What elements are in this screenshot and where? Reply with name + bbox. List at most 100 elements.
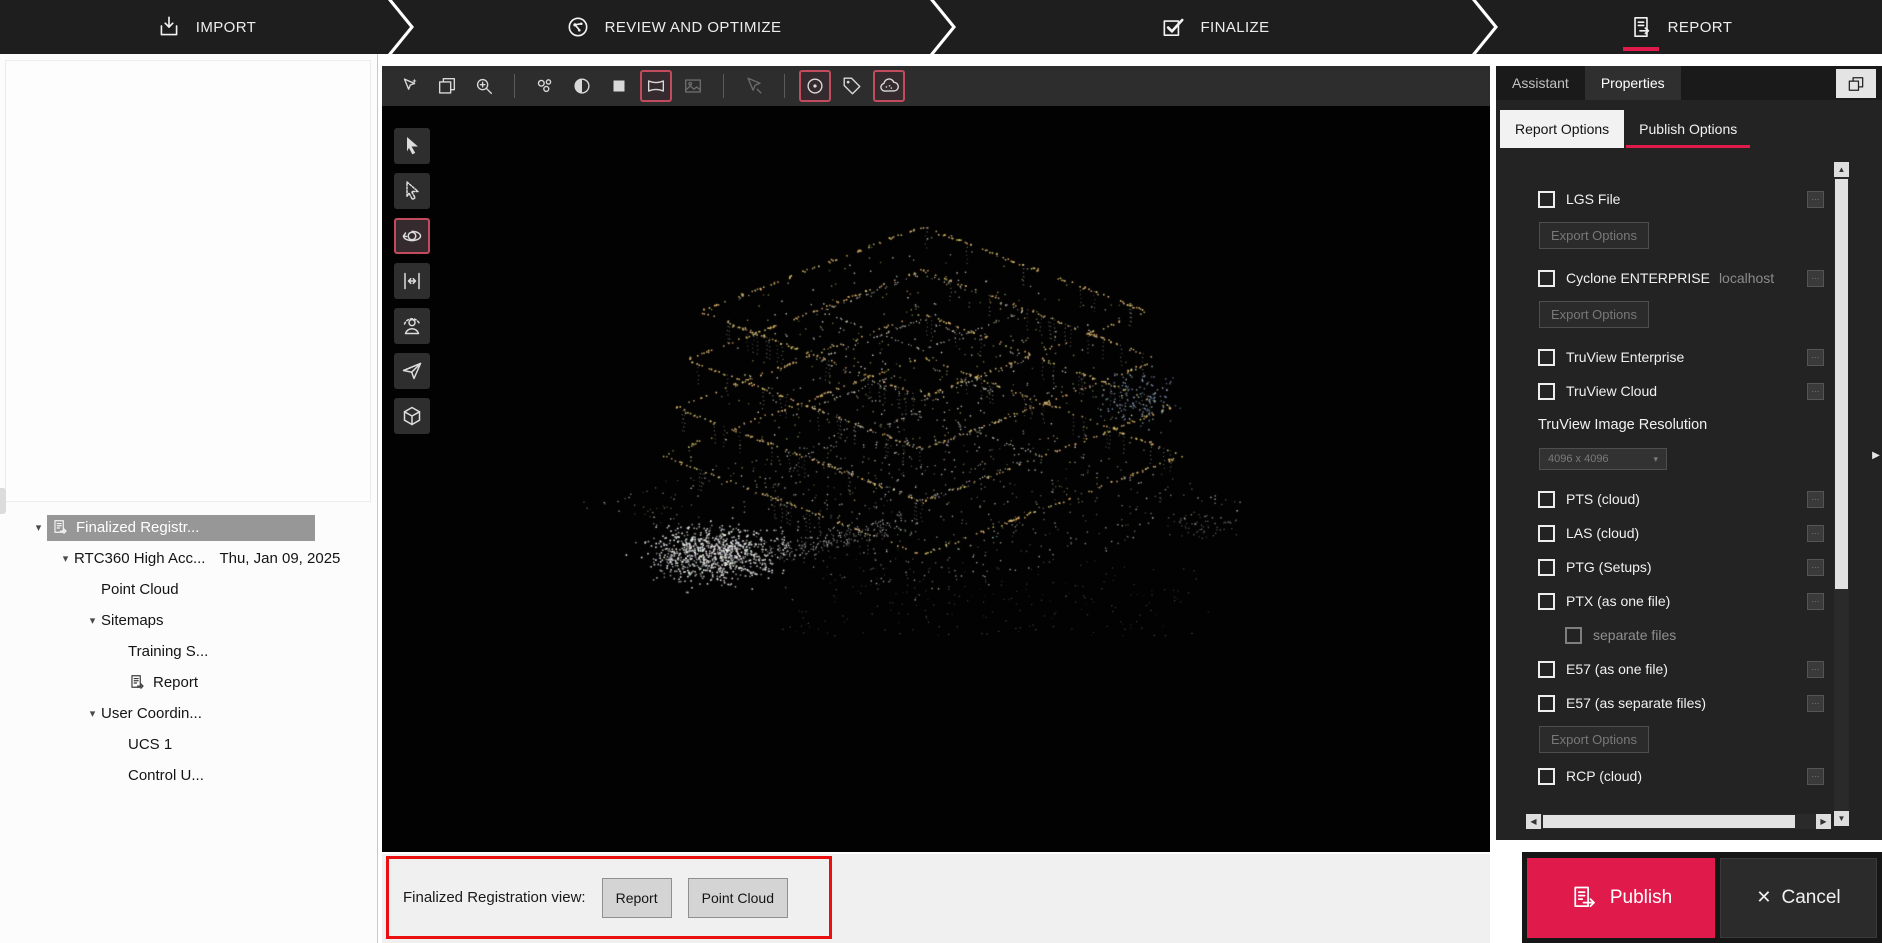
truview-resolution-select[interactable]: 4096 x 4096▾ — [1539, 448, 1667, 470]
workflow-step-review-and-optimize[interactable]: REVIEW AND OPTIMIZE — [392, 0, 952, 54]
panorama-view-button[interactable] — [640, 70, 672, 102]
panel-tab-bar: Assistant Properties — [1496, 66, 1882, 100]
point-cloud-button[interactable] — [873, 70, 905, 102]
vertical-scroll-thumb[interactable] — [1835, 179, 1848, 589]
checkbox[interactable] — [1538, 349, 1555, 366]
publish-option-cyclone-enterprise: Cyclone ENTERPRISElocalhost⋯ — [1538, 267, 1830, 289]
tree-item[interactable]: ▾Sitemaps — [0, 605, 377, 636]
expander-icon[interactable]: ▾ — [84, 707, 101, 720]
cancel-button[interactable]: ✕ Cancel — [1720, 858, 1877, 938]
scroll-right-button[interactable]: ▶ — [1816, 814, 1831, 829]
option-settings-button[interactable]: ⋯ — [1807, 695, 1824, 712]
multi-select-cursor-button[interactable] — [394, 173, 430, 209]
image-view-button[interactable] — [677, 70, 709, 102]
option-settings-button[interactable]: ⋯ — [1807, 559, 1824, 576]
option-settings-button[interactable]: ⋯ — [1807, 661, 1824, 678]
tab-properties[interactable]: Properties — [1585, 66, 1681, 100]
publish-button[interactable]: Publish — [1527, 858, 1715, 938]
tab-publish-options[interactable]: Publish Options — [1624, 110, 1752, 148]
viewport-3d[interactable] — [382, 106, 1490, 852]
tree-item[interactable]: Point Cloud — [0, 574, 377, 605]
workflow-step-label: REPORT — [1668, 19, 1733, 36]
export-options-button[interactable]: Export Options — [1539, 301, 1649, 328]
labels-button[interactable] — [836, 70, 868, 102]
report-view-button[interactable]: Report — [602, 878, 672, 918]
tree-item-label: Finalized Registr... — [76, 519, 199, 536]
option-settings-button[interactable]: ⋯ — [1807, 768, 1824, 785]
view-cube-button[interactable] — [394, 398, 430, 434]
scroll-up-button[interactable]: ▲ — [1834, 162, 1849, 177]
image-view-icon — [682, 75, 704, 97]
duplicate-view-button[interactable] — [431, 70, 463, 102]
expander-icon[interactable]: ▾ — [30, 521, 47, 534]
workflow-step-report[interactable]: REPORT — [1476, 0, 1882, 54]
checkbox[interactable] — [1538, 383, 1555, 400]
properties-panel: Assistant Properties Report Options Publ… — [1496, 66, 1882, 840]
option-settings-button[interactable]: ⋯ — [1807, 525, 1824, 542]
publish-option-pts-cloud: PTS (cloud) ⋯ — [1538, 488, 1830, 510]
setup-markers-button[interactable] — [799, 70, 831, 102]
smart-pick-button[interactable] — [738, 70, 770, 102]
vertical-scrollbar[interactable]: ▲ ▼ — [1834, 162, 1849, 826]
panel-layout-button[interactable] — [1836, 69, 1876, 98]
tree-item[interactable]: Training S... — [0, 636, 377, 667]
expander-icon[interactable]: ▾ — [57, 552, 74, 565]
tree-item[interactable]: ▾User Coordin... — [0, 698, 377, 729]
scroll-down-button[interactable]: ▼ — [1834, 811, 1849, 826]
project-panel: ▾ Finalized Registr... ▾RTC360 High Acc...… — [0, 54, 378, 943]
workflow-step-finalize[interactable]: FINALIZE — [934, 0, 1494, 54]
bubble-view-button[interactable] — [529, 70, 561, 102]
tree-item[interactable]: ▾RTC360 High Acc...Thu, Jan 09, 2025 — [0, 543, 377, 574]
tree-item[interactable]: ▾ Finalized Registr... — [0, 512, 377, 543]
tree-item[interactable]: Control U... — [0, 760, 377, 791]
checkbox[interactable] — [1538, 270, 1555, 287]
checkbox[interactable] — [1538, 593, 1555, 610]
tab-report-options[interactable]: Report Options — [1500, 110, 1624, 148]
publish-option-truview-cloud: TruView Cloud⋯ — [1538, 380, 1830, 402]
setup-view-button[interactable] — [394, 308, 430, 344]
tree-item[interactable]: UCS 1 — [0, 729, 377, 760]
workflow-step-import[interactable]: IMPORT — [0, 0, 410, 54]
export-options-button[interactable]: Export Options — [1539, 726, 1649, 753]
checkbox[interactable] — [1565, 627, 1582, 644]
option-label: separate files — [1593, 627, 1676, 643]
left-panel-collapse-handle[interactable] — [0, 488, 6, 514]
options-tab-bar: Report Options Publish Options — [1496, 110, 1882, 148]
tree-item[interactable]: Report — [0, 667, 377, 698]
fly-mode-button[interactable] — [394, 353, 430, 389]
workflow-step-label: FINALIZE — [1200, 19, 1269, 36]
selected-tree-item[interactable]: Finalized Registr... — [47, 515, 315, 541]
orbit-button[interactable] — [394, 218, 430, 254]
sphere-render-button[interactable] — [566, 70, 598, 102]
pan-button[interactable] — [394, 263, 430, 299]
checkbox[interactable] — [1538, 661, 1555, 678]
option-settings-button[interactable]: ⋯ — [1807, 491, 1824, 508]
expander-icon[interactable]: ▾ — [84, 614, 101, 627]
option-label: PTS (cloud) — [1566, 491, 1640, 507]
pick-multiple-button[interactable] — [394, 70, 426, 102]
option-settings-button[interactable]: ⋯ — [1807, 349, 1824, 366]
pick-multiple-icon — [399, 75, 421, 97]
zoom-region-button[interactable] — [468, 70, 500, 102]
point-cloud-view-button[interactable]: Point Cloud — [688, 878, 788, 918]
right-panel-expand-handle[interactable]: ▶ — [1870, 450, 1882, 461]
tab-assistant[interactable]: Assistant — [1496, 66, 1585, 100]
horizontal-scroll-thumb[interactable] — [1543, 815, 1795, 828]
export-options-button[interactable]: Export Options — [1539, 222, 1649, 249]
checkbox[interactable] — [1538, 695, 1555, 712]
checkbox[interactable] — [1538, 559, 1555, 576]
checkbox[interactable] — [1538, 768, 1555, 785]
horizontal-scrollbar[interactable]: ◀ ▶ — [1526, 814, 1831, 829]
checkbox[interactable] — [1538, 525, 1555, 542]
tree-item-label: Sitemaps — [101, 612, 164, 629]
checkbox[interactable] — [1538, 491, 1555, 508]
checkbox[interactable] — [1538, 191, 1555, 208]
option-settings-button[interactable]: ⋯ — [1807, 383, 1824, 400]
option-settings-button[interactable]: ⋯ — [1807, 593, 1824, 610]
solid-square-button[interactable] — [603, 70, 635, 102]
option-settings-button[interactable]: ⋯ — [1807, 270, 1824, 287]
panorama-view-icon — [645, 75, 667, 97]
scroll-left-button[interactable]: ◀ — [1526, 814, 1541, 829]
option-settings-button[interactable]: ⋯ — [1807, 191, 1824, 208]
select-cursor-button[interactable] — [394, 128, 430, 164]
